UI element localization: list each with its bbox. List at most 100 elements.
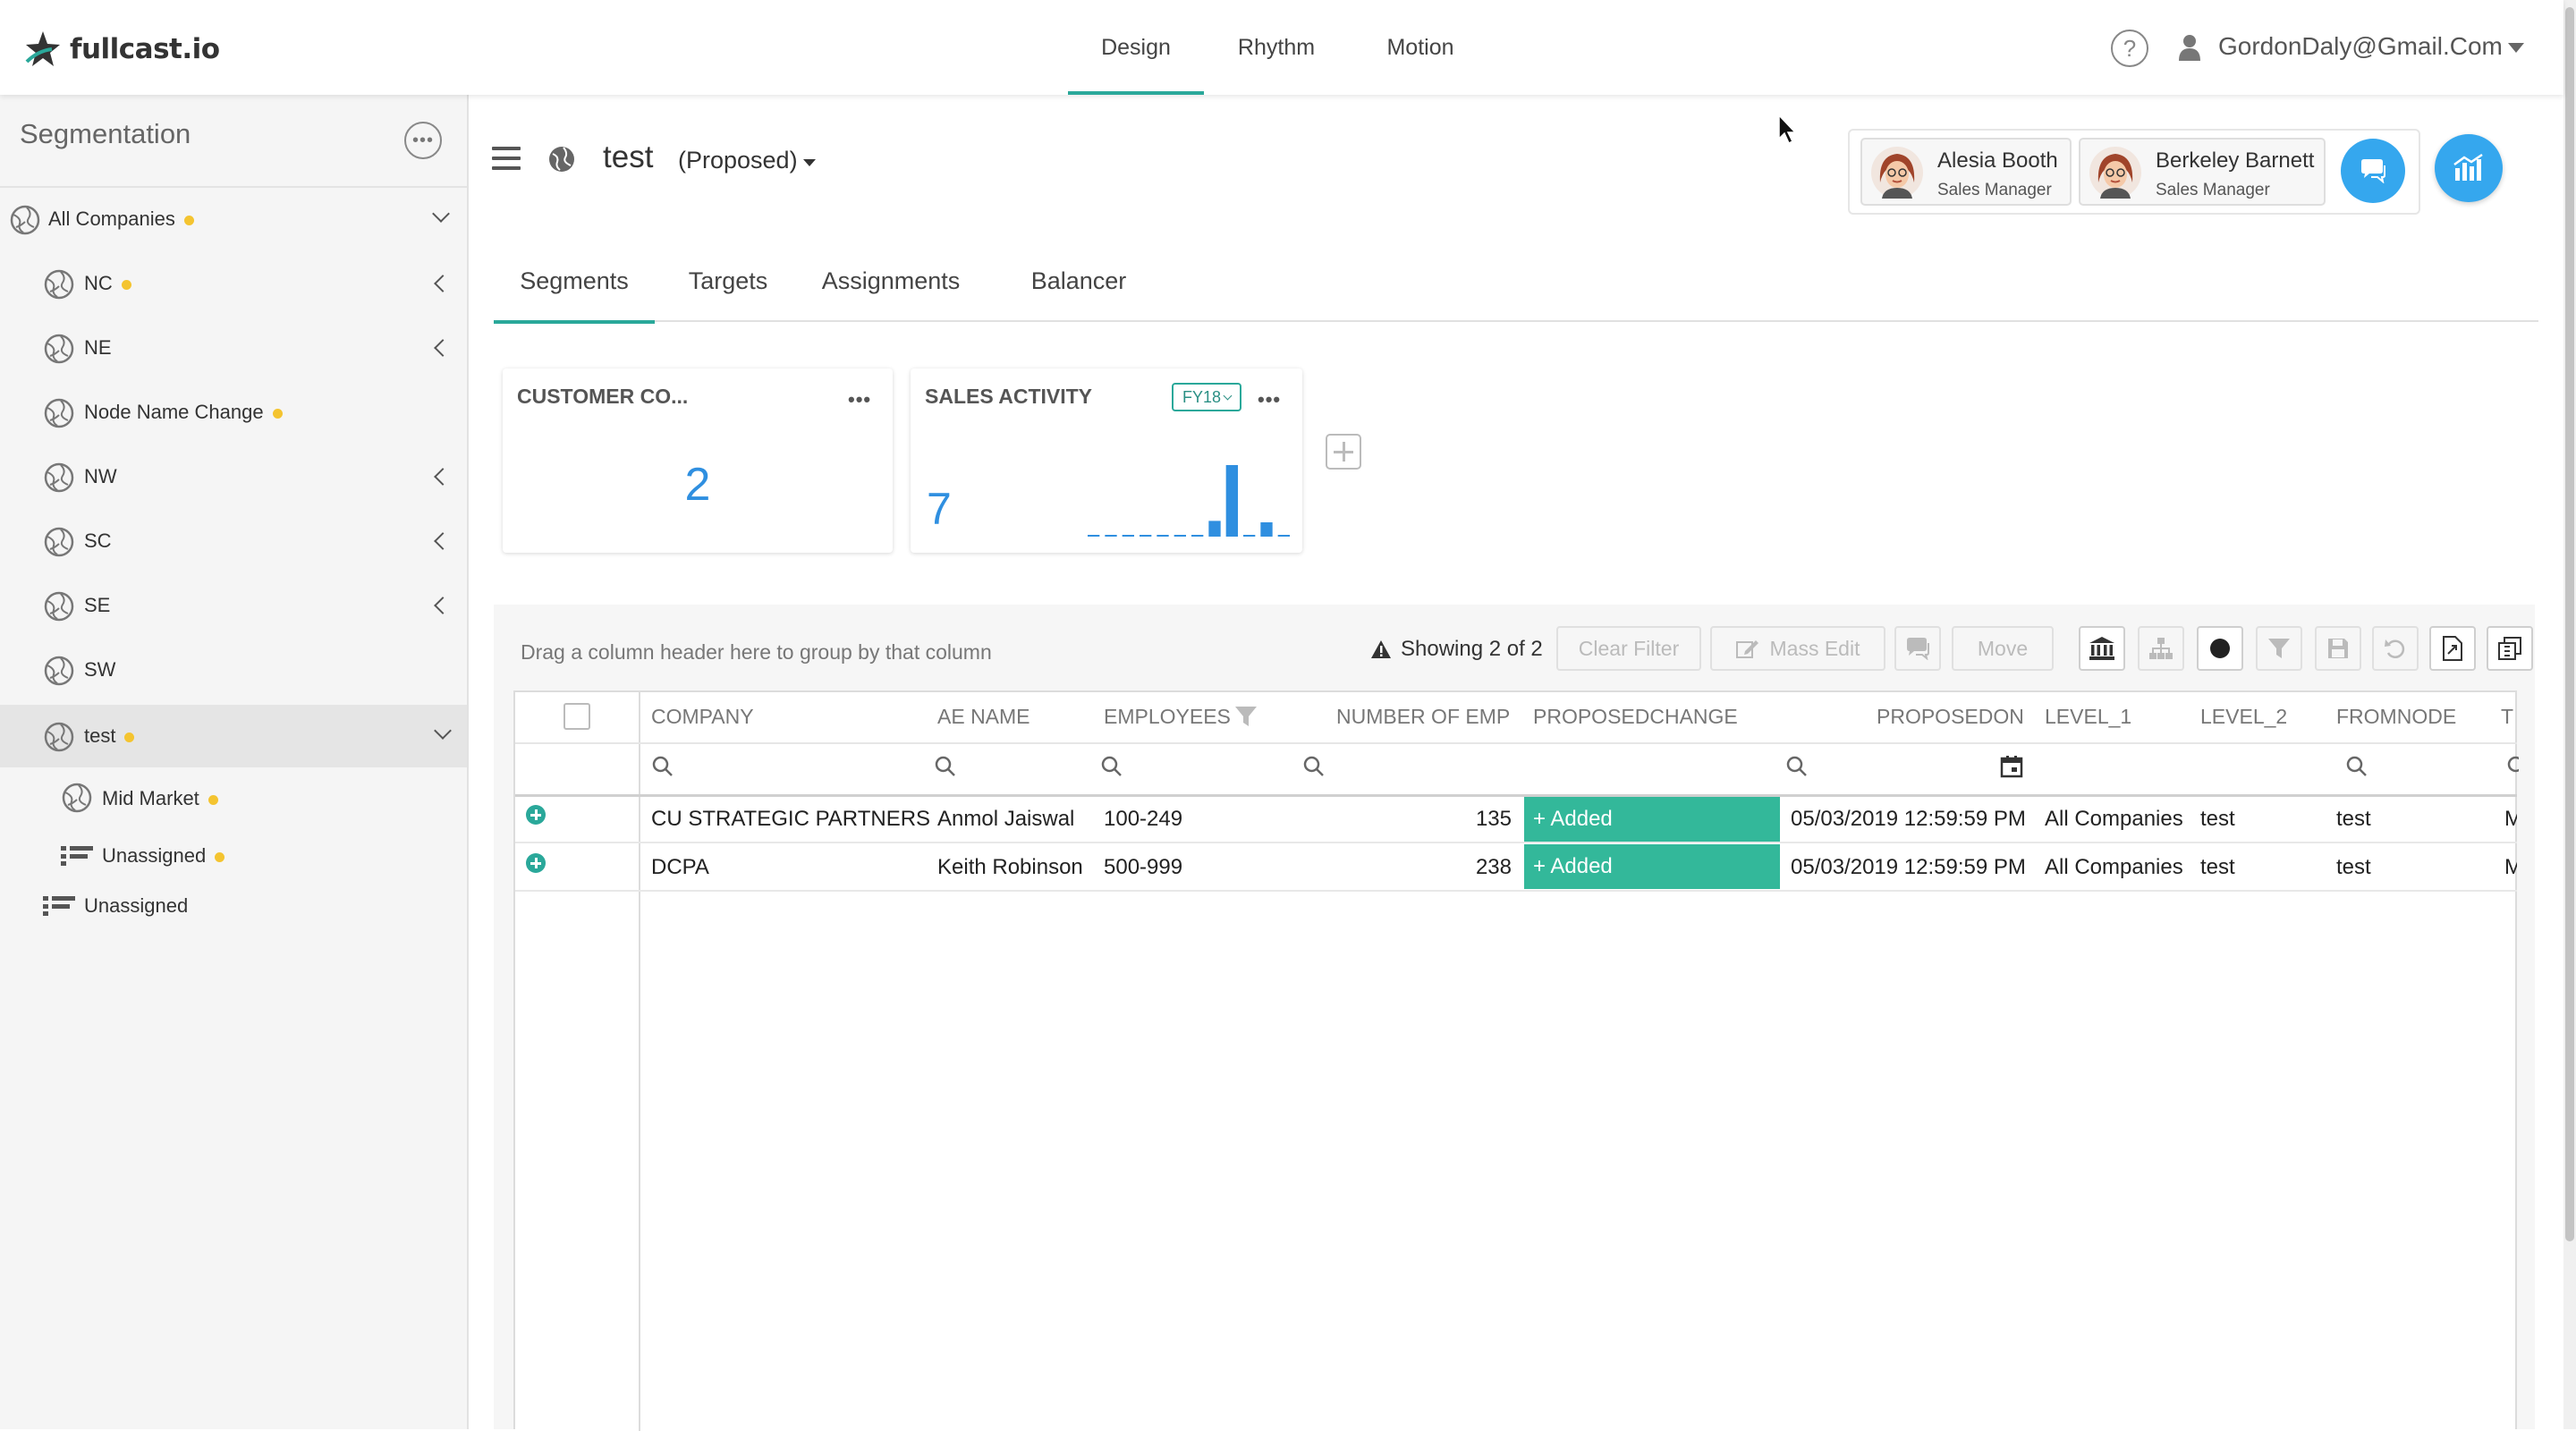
- tree-item-unassigned[interactable]: Unassigned: [0, 875, 467, 937]
- more-options-icon[interactable]: •••: [1258, 388, 1281, 411]
- tree-item-label: Unassigned: [84, 894, 189, 917]
- mass-edit-button[interactable]: Mass Edit: [1710, 626, 1885, 671]
- move-button[interactable]: Move: [1952, 626, 2054, 671]
- tab-segments[interactable]: Segments: [494, 240, 655, 324]
- tree-item-nw[interactable]: NW: [0, 445, 467, 508]
- column-header-employees[interactable]: EMPLOYEES: [1104, 705, 1231, 729]
- tree-item-sc[interactable]: SC: [0, 510, 467, 572]
- tree-item-nc[interactable]: NC: [0, 252, 467, 315]
- filter-icon[interactable]: [1234, 705, 1258, 728]
- assigned-people-panel: Alesia Booth Sales Manager Berkeley Barn…: [1848, 129, 2420, 215]
- list-icon: [43, 896, 75, 916]
- search-icon[interactable]: [2506, 755, 2519, 778]
- customer-count-widget[interactable]: CUSTOMER CO... ••• 2: [503, 368, 893, 553]
- spark-baseline-dash: [1088, 535, 1100, 537]
- nav-tab-rhythm[interactable]: Rhythm: [1216, 0, 1336, 95]
- save-icon: [2328, 639, 2348, 658]
- tree-item-ne[interactable]: NE: [0, 317, 467, 379]
- tab-label: Targets: [688, 267, 768, 294]
- caret-down-icon[interactable]: [803, 159, 816, 166]
- search-icon[interactable]: [934, 755, 957, 778]
- column-header-level-1[interactable]: LEVEL_1: [2045, 705, 2131, 729]
- filter-button[interactable]: [2256, 626, 2302, 671]
- column-header-proposedchange[interactable]: PROPOSEDCHANGE: [1533, 705, 1738, 729]
- tree-item-test[interactable]: test: [0, 705, 467, 767]
- cell-t: M: [2504, 807, 2517, 831]
- sales-activity-widget[interactable]: SALES ACTIVITY FY18 ••• 7: [911, 368, 1302, 553]
- spark-baseline-dash: [1191, 535, 1204, 537]
- app-logo[interactable]: fullcast.io: [25, 27, 220, 72]
- add-widget-button[interactable]: [1326, 434, 1361, 470]
- proposal-status-dropdown[interactable]: (Proposed): [678, 147, 798, 174]
- tab-assignments[interactable]: Assignments: [801, 240, 980, 322]
- cell-level-2: test: [2200, 855, 2235, 879]
- record-button[interactable]: [2197, 626, 2243, 671]
- hierarchy-button[interactable]: [2138, 626, 2184, 671]
- nav-tab-design[interactable]: Design: [1068, 0, 1204, 95]
- column-header-ae-name[interactable]: AE NAME: [937, 705, 1030, 729]
- tree-item-se[interactable]: SE: [0, 574, 467, 637]
- column-header-fromnode[interactable]: FROMNODE: [2336, 705, 2456, 729]
- column-header-proposedon[interactable]: PROPOSEDON: [1877, 705, 2024, 729]
- spark-baseline-dash: [1277, 535, 1290, 537]
- chevron-down-icon[interactable]: [432, 205, 450, 223]
- help-icon[interactable]: ?: [2111, 30, 2148, 67]
- columns-button[interactable]: [2487, 626, 2533, 671]
- spark-baseline-dash: [1140, 535, 1152, 537]
- calendar-icon[interactable]: [2000, 755, 2023, 778]
- select-all-checkbox[interactable]: [564, 703, 590, 730]
- tree-item-sw[interactable]: SW: [0, 639, 467, 701]
- row-added-icon[interactable]: [526, 805, 546, 825]
- row-added-icon[interactable]: [526, 853, 546, 873]
- search-icon[interactable]: [1302, 755, 1326, 778]
- filter-row-divider: [515, 794, 2517, 797]
- more-options-icon[interactable]: •••: [848, 388, 871, 411]
- more-options-icon[interactable]: •••: [404, 122, 442, 159]
- column-header-t[interactable]: T: [2501, 705, 2513, 729]
- undo-button[interactable]: [2372, 626, 2419, 671]
- chevron-left-icon[interactable]: [434, 468, 452, 486]
- chat-button[interactable]: [2341, 139, 2405, 203]
- search-icon[interactable]: [2345, 755, 2368, 778]
- column-header-number-of-emp[interactable]: NUMBER OF EMP: [1336, 705, 1510, 729]
- chevron-left-icon[interactable]: [434, 339, 452, 357]
- group-by-hint[interactable]: Drag a column header here to group by th…: [521, 640, 992, 665]
- tree-item-node-name-change[interactable]: Node Name Change: [0, 381, 467, 444]
- scrollbar-thumb[interactable]: [2565, 7, 2574, 1241]
- analytics-button[interactable]: [2435, 134, 2503, 202]
- chevron-left-icon[interactable]: [434, 532, 452, 550]
- accounts-button[interactable]: [2079, 626, 2125, 671]
- clear-filter-button[interactable]: Clear Filter: [1556, 626, 1701, 671]
- person-card-berkeley-barnett[interactable]: Berkeley Barnett Sales Manager: [2079, 138, 2326, 206]
- menu-icon[interactable]: [492, 147, 521, 172]
- column-header-level-2[interactable]: LEVEL_2: [2200, 705, 2287, 729]
- search-icon[interactable]: [651, 755, 674, 778]
- search-icon[interactable]: [1785, 755, 1809, 778]
- chevron-left-icon[interactable]: [434, 275, 452, 292]
- spark-bar: [1208, 521, 1221, 537]
- tab-targets[interactable]: Targets: [669, 240, 787, 322]
- spark-bar: [1260, 522, 1273, 537]
- chevron-down-icon[interactable]: [2508, 43, 2524, 53]
- search-icon[interactable]: [1100, 755, 1123, 778]
- user-email-menu[interactable]: GordonDaly@Gmail.Com: [2218, 32, 2503, 61]
- chevron-down-icon[interactable]: [434, 722, 452, 740]
- fiscal-year-selector[interactable]: FY18: [1172, 383, 1241, 411]
- save-button[interactable]: [2315, 626, 2361, 671]
- spark-baseline-dash: [1174, 535, 1186, 537]
- tree-item-mid-market[interactable]: Mid Market: [0, 767, 467, 830]
- column-header-company[interactable]: COMPANY: [651, 705, 754, 729]
- tab-balancer[interactable]: Balancer: [998, 240, 1159, 322]
- tree-item-label: All Companies: [48, 207, 194, 231]
- export-button[interactable]: [2429, 626, 2476, 671]
- tree-item-label: NE: [84, 336, 112, 359]
- person-card-alesia-booth[interactable]: Alesia Booth Sales Manager: [1860, 138, 2072, 206]
- cell-employees: 100-249: [1104, 807, 1183, 831]
- widget-title: SALES ACTIVITY: [925, 385, 1092, 408]
- comment-button[interactable]: [1894, 626, 1941, 671]
- nav-tab-motion[interactable]: Motion: [1349, 0, 1492, 95]
- spark-baseline-dash: [1243, 535, 1256, 537]
- tree-item-label: Node Name Change: [84, 401, 283, 424]
- tree-item-all-companies[interactable]: All Companies: [0, 188, 467, 250]
- chevron-left-icon[interactable]: [434, 597, 452, 614]
